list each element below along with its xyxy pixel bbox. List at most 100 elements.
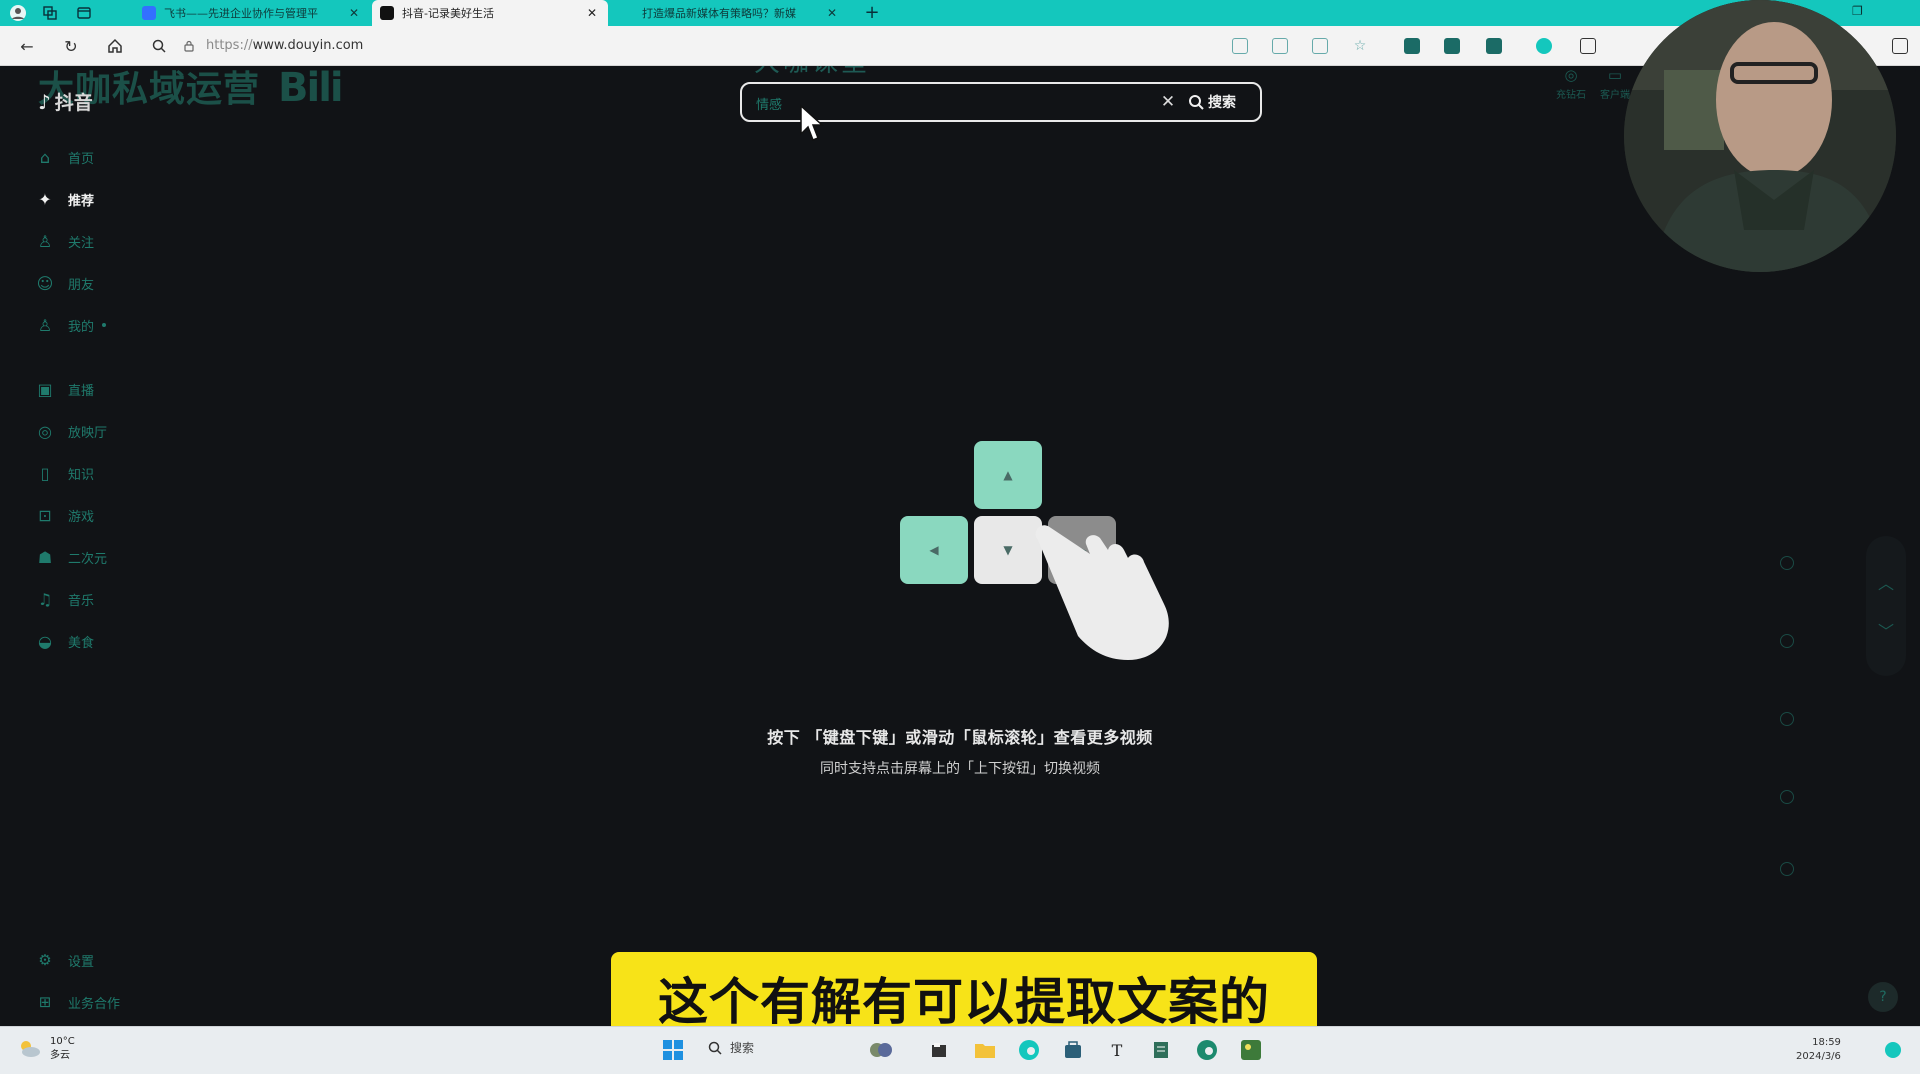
extension-circle-icon[interactable]: [1536, 38, 1552, 54]
sidebar-item-food[interactable]: ◒ 美食: [34, 626, 94, 656]
refresh-icon[interactable]: ↻: [60, 35, 82, 57]
side-action-icon[interactable]: [1780, 634, 1794, 648]
start-windows-icon[interactable]: [660, 1037, 686, 1063]
typora-app-icon[interactable]: T: [1104, 1037, 1130, 1063]
widgets-app-icon[interactable]: [868, 1037, 894, 1063]
file-explorer-icon[interactable]: [972, 1037, 998, 1063]
game-icon: ⊡: [38, 505, 52, 525]
file-app-icon[interactable]: [926, 1037, 952, 1063]
knowledge-icon: ▯: [40, 463, 50, 483]
bili-overlay-text: Bili: [278, 66, 344, 111]
tab-feishu[interactable]: 飞书——先进企业协作与管理平 ✕: [134, 0, 370, 26]
help-icon[interactable]: ?: [1868, 982, 1898, 1012]
url-host: www.douyin.com: [252, 38, 364, 53]
side-action-icon[interactable]: [1780, 712, 1794, 726]
close-icon[interactable]: ✕: [824, 6, 840, 20]
key-left-illustration: ◀: [900, 516, 968, 584]
photo-app-icon[interactable]: [1238, 1037, 1264, 1063]
screenshot-icon[interactable]: [1232, 38, 1248, 54]
clear-icon[interactable]: ✕: [1156, 90, 1180, 114]
reader-icon[interactable]: [1312, 38, 1328, 54]
video-nav-control: ︿ ﹀: [1866, 536, 1906, 676]
workspaces-icon[interactable]: [40, 3, 60, 23]
music-icon: ♫: [37, 589, 53, 609]
sidebar-item-mine[interactable]: ♙ 我的: [34, 310, 107, 340]
clock-date: 2024/3/6: [1796, 1051, 1841, 1062]
restore-window-icon[interactable]: ❐: [1852, 4, 1863, 18]
edge-canary-icon[interactable]: [1194, 1037, 1220, 1063]
previous-video-button[interactable]: ︿: [1866, 570, 1906, 594]
sidebar-item-anime[interactable]: ☗ 二次元: [34, 542, 107, 572]
scroll-hint-primary: 按下 「键盘下键」或滑动「鼠标滚轮」查看更多视频: [767, 728, 1153, 747]
sidebar-item-label: 我的: [68, 319, 95, 335]
sidebar-item-follow[interactable]: ♙ 关注: [34, 226, 94, 256]
taskbar-search[interactable]: 搜索: [708, 1039, 754, 1056]
lock-icon[interactable]: [178, 35, 200, 57]
side-action-icon[interactable]: [1780, 790, 1794, 804]
sidebar-item-game[interactable]: ⊡ 游戏: [34, 500, 94, 530]
sidebar-item-live[interactable]: ▣ 直播: [34, 374, 94, 404]
tab-douyin[interactable]: 抖音-记录美好生活 ✕: [372, 0, 608, 26]
sidebar-toggle-icon[interactable]: [1892, 38, 1908, 54]
sidebar-item-label: 首页: [68, 151, 95, 167]
sidebar-item-label: 知识: [68, 467, 95, 483]
tab-actions-icon[interactable]: [74, 3, 94, 23]
notepad-app-icon[interactable]: [1148, 1037, 1174, 1063]
search-icon: [708, 1041, 722, 1055]
diamond-icon: ◎: [1564, 66, 1578, 84]
client-download-button[interactable]: ▭ 客户端: [1600, 66, 1630, 101]
user-icon: ♙: [37, 315, 53, 335]
presenter-portrait-image: [1624, 0, 1896, 272]
friends-icon: ☺: [36, 273, 54, 293]
favorite-star-icon[interactable]: ☆: [1352, 38, 1368, 54]
settings-icon: ⚙: [38, 951, 52, 969]
close-icon[interactable]: ✕: [346, 6, 362, 20]
presenter-webcam: [1624, 0, 1896, 272]
extension-arrow-icon[interactable]: [1404, 38, 1420, 54]
close-icon[interactable]: ✕: [584, 6, 600, 20]
sidebar-item-recommend[interactable]: ✦ 推荐: [34, 184, 94, 214]
cloudy-weather-icon: [21, 1041, 40, 1057]
douyin-logo[interactable]: ♪ 抖音: [38, 88, 93, 115]
extension-cursor-icon[interactable]: [1486, 38, 1502, 54]
new-tab-icon[interactable]: +: [862, 3, 882, 23]
douyin-note-icon: ♪: [38, 89, 51, 114]
back-icon[interactable]: ←: [16, 35, 38, 57]
tab-article[interactable]: 打造爆品新媒体有策略吗？新媒 ✕: [612, 0, 848, 26]
url-field[interactable]: https://www.douyin.com: [206, 38, 363, 53]
sidebar-item-settings[interactable]: ⚙ 设置: [34, 946, 94, 974]
home-button-icon[interactable]: [104, 35, 126, 57]
browser-profile-icon[interactable]: [8, 3, 28, 23]
sidebar-item-label: 放映厅: [68, 425, 108, 441]
next-video-button[interactable]: ﹀: [1866, 618, 1906, 642]
sidebar-item-business[interactable]: ⊞ 业务合作: [34, 988, 120, 1016]
tab-title: 抖音-记录美好生活: [402, 7, 494, 20]
sidebar-item-knowledge[interactable]: ▯ 知识: [34, 458, 94, 488]
read-aloud-icon[interactable]: [1272, 38, 1288, 54]
sidebar-item-home[interactable]: ⌂ 首页: [34, 142, 94, 172]
search-icon[interactable]: [148, 35, 170, 57]
weather-widget[interactable]: 10°C 多云: [16, 1035, 75, 1063]
browser-tab-bar: 飞书——先进企业协作与管理平 ✕ 抖音-记录美好生活 ✕ 打造爆品新媒体有策略吗…: [0, 0, 1920, 26]
notification-center-icon[interactable]: [1880, 1037, 1906, 1063]
logo-text: 抖音: [54, 92, 93, 114]
follow-icon: ♙: [37, 231, 53, 251]
business-icon: ⊞: [38, 993, 52, 1011]
taskbar-search-label: 搜索: [730, 1041, 755, 1055]
sidebar-item-cinema[interactable]: ◎ 放映厅: [34, 416, 107, 446]
system-clock[interactable]: 18:59 2024/3/6: [1796, 1036, 1841, 1064]
sidebar-item-friends[interactable]: ☺ 朋友: [34, 268, 94, 298]
notification-dot: [102, 323, 107, 327]
feishu-favicon-icon: [142, 6, 156, 20]
extension-window-icon[interactable]: [1580, 38, 1596, 54]
side-action-icon[interactable]: [1780, 862, 1794, 876]
sidebar-item-music[interactable]: ♫ 音乐: [34, 584, 94, 614]
side-action-icon[interactable]: [1780, 556, 1794, 570]
extension-shield-icon[interactable]: [1444, 38, 1460, 54]
recharge-button[interactable]: ◎ 充钻石: [1556, 66, 1586, 101]
edge-browser-icon[interactable]: [1016, 1037, 1042, 1063]
mouse-cursor-icon: [800, 104, 824, 141]
store-app-icon[interactable]: [1060, 1037, 1086, 1063]
search-button[interactable]: 搜索: [1188, 89, 1258, 115]
sidebar-item-label: 游戏: [68, 509, 95, 525]
